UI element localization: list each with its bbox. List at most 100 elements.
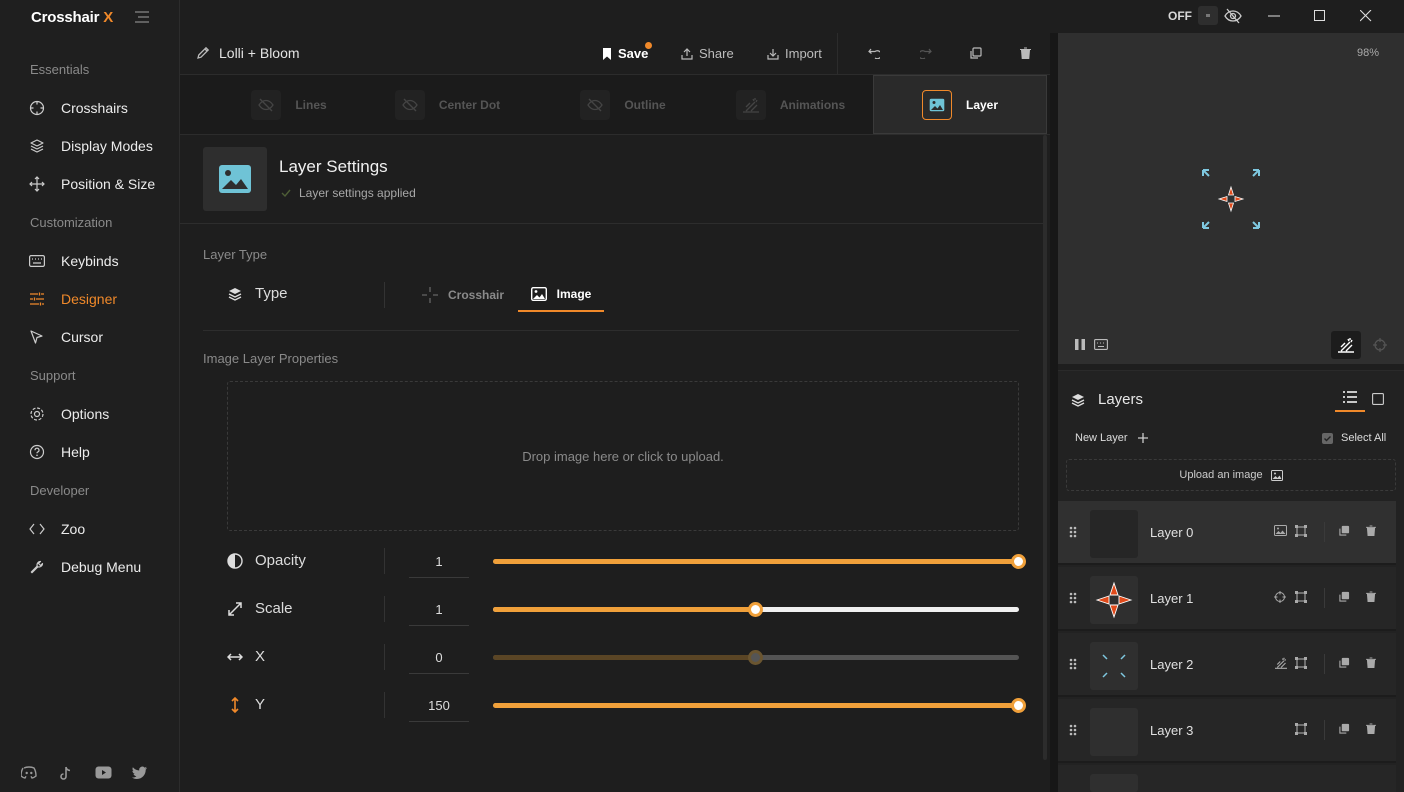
upload-image-button[interactable]: Upload an image xyxy=(1066,459,1396,491)
duplicate-icon[interactable] xyxy=(1339,591,1350,602)
save-button[interactable]: Save xyxy=(602,46,648,61)
scale-slider[interactable] xyxy=(493,602,1019,617)
menu-toggle-icon[interactable] xyxy=(134,11,150,23)
select-all-checkbox[interactable]: Select All xyxy=(1322,432,1386,444)
trash-icon[interactable] xyxy=(1366,723,1376,734)
redo-icon[interactable] xyxy=(920,47,932,59)
discord-icon[interactable] xyxy=(21,766,37,780)
tab-center-dot[interactable]: Center Dot xyxy=(390,75,505,134)
share-button[interactable]: Share xyxy=(681,46,734,61)
slider-knob[interactable] xyxy=(748,650,763,665)
eye-off-icon xyxy=(251,89,282,120)
opacity-input[interactable]: 1 xyxy=(409,546,469,578)
layer-row-2[interactable]: Layer 2 xyxy=(1058,633,1396,697)
layer-name: Layer 2 xyxy=(1150,657,1194,672)
duplicate-icon[interactable] xyxy=(1339,723,1350,734)
trash-icon[interactable] xyxy=(1366,591,1376,602)
transform-icon[interactable] xyxy=(1295,723,1307,735)
twitter-icon[interactable] xyxy=(132,766,148,780)
new-layer-button[interactable]: New Layer xyxy=(1075,432,1148,444)
transform-icon[interactable] xyxy=(1295,657,1307,669)
trash-icon[interactable] xyxy=(1020,47,1031,59)
crosshair-name[interactable]: Lolli + Bloom xyxy=(219,45,300,61)
tab-layer[interactable]: Layer xyxy=(873,75,1047,134)
x-slider[interactable] xyxy=(493,650,1019,665)
overlay-toggle[interactable] xyxy=(1198,6,1218,25)
trash-icon[interactable] xyxy=(1366,525,1376,536)
cursor-icon xyxy=(28,329,45,346)
x-input[interactable]: 0 xyxy=(409,642,469,674)
image-dropzone[interactable]: Drop image here or click to upload. xyxy=(227,381,1019,531)
unsaved-indicator xyxy=(645,42,652,49)
image-layer-properties-heading: Image Layer Properties xyxy=(203,351,339,366)
type-option-image[interactable]: Image xyxy=(518,278,604,312)
sidebar-item-help[interactable]: Help xyxy=(28,439,178,465)
layer-row-1[interactable]: Layer 1 xyxy=(1058,567,1396,631)
property-label: Scale xyxy=(255,600,293,617)
layer-row-0[interactable]: Layer 0 xyxy=(1058,501,1396,565)
drag-handle-icon[interactable] xyxy=(1069,526,1077,538)
trash-icon[interactable] xyxy=(1366,657,1376,668)
tab-outline[interactable]: Outline xyxy=(573,75,673,134)
target-icon[interactable] xyxy=(1373,338,1387,352)
image-icon xyxy=(921,89,952,120)
sidebar-item-label: Display Modes xyxy=(61,138,153,154)
sidebar-item-zoo[interactable]: Zoo xyxy=(28,516,178,542)
close-icon[interactable] xyxy=(1360,10,1372,22)
tab-animations[interactable]: Animations xyxy=(733,75,848,134)
divider xyxy=(384,644,385,670)
scrollbar[interactable] xyxy=(1043,135,1047,760)
duplicate-icon[interactable] xyxy=(1339,525,1350,536)
transform-icon[interactable] xyxy=(1295,591,1307,603)
minimize-icon[interactable] xyxy=(1268,15,1280,17)
sidebar-item-cursor[interactable]: Cursor xyxy=(28,324,178,350)
duplicate-icon[interactable] xyxy=(970,47,982,59)
grid-view-icon[interactable] xyxy=(1372,393,1384,405)
sidebar-item-display-modes[interactable]: Display Modes xyxy=(28,133,178,159)
drag-handle-icon[interactable] xyxy=(1069,658,1077,670)
sidebar-item-label: Keybinds xyxy=(61,253,119,269)
y-slider[interactable] xyxy=(493,698,1026,713)
sidebar-item-crosshairs[interactable]: Crosshairs xyxy=(28,95,178,121)
list-view-button[interactable] xyxy=(1335,384,1365,412)
animation-preview-button[interactable] xyxy=(1331,331,1361,359)
layer-row-partial[interactable] xyxy=(1058,765,1396,792)
import-button[interactable]: Import xyxy=(767,46,822,61)
eye-off-icon[interactable] xyxy=(1224,8,1242,24)
zoom-level: 98% xyxy=(1357,47,1380,59)
undo-icon[interactable] xyxy=(868,47,880,59)
slider-knob[interactable] xyxy=(1011,698,1026,713)
divider xyxy=(1324,522,1325,542)
y-input[interactable]: 150 xyxy=(409,690,469,722)
tab-lines[interactable]: Lines xyxy=(229,75,349,134)
duplicate-icon[interactable] xyxy=(1339,657,1350,668)
transform-icon[interactable] xyxy=(1295,525,1307,537)
scale-input[interactable]: 1 xyxy=(409,594,469,626)
opacity-slider[interactable] xyxy=(493,554,1026,569)
crosshair-preview-graphic xyxy=(1196,164,1266,234)
maximize-icon[interactable] xyxy=(1314,10,1326,22)
pause-icon[interactable] xyxy=(1075,339,1085,350)
sidebar-item-label: Crosshairs xyxy=(61,100,128,116)
sidebar-item-debug-menu[interactable]: Debug Menu xyxy=(28,554,178,580)
sidebar-item-designer[interactable]: Designer xyxy=(28,286,178,312)
sidebar-item-label: Zoo xyxy=(61,521,86,537)
type-option-crosshair[interactable]: Crosshair xyxy=(409,278,517,312)
section-developer: Developer xyxy=(30,483,90,498)
tab-label: Outline xyxy=(624,97,666,112)
eye-off-icon xyxy=(394,89,425,120)
sidebar-item-keybinds[interactable]: Keybinds xyxy=(28,248,178,274)
layer-row-3[interactable]: Layer 3 xyxy=(1058,699,1396,763)
sidebar-item-options[interactable]: Options xyxy=(28,401,178,427)
divider xyxy=(1324,588,1325,608)
sidebar-item-label: Help xyxy=(61,444,90,460)
layers-title: Layers xyxy=(1098,391,1144,408)
sidebar-item-position-size[interactable]: Position & Size xyxy=(28,171,178,197)
slider-knob[interactable] xyxy=(748,602,763,617)
youtube-icon[interactable] xyxy=(95,766,112,779)
drag-handle-icon[interactable] xyxy=(1069,724,1077,736)
keyboard-icon[interactable] xyxy=(1094,339,1108,350)
tiktok-icon[interactable] xyxy=(59,766,73,781)
drag-handle-icon[interactable] xyxy=(1069,592,1077,604)
slider-knob[interactable] xyxy=(1011,554,1026,569)
